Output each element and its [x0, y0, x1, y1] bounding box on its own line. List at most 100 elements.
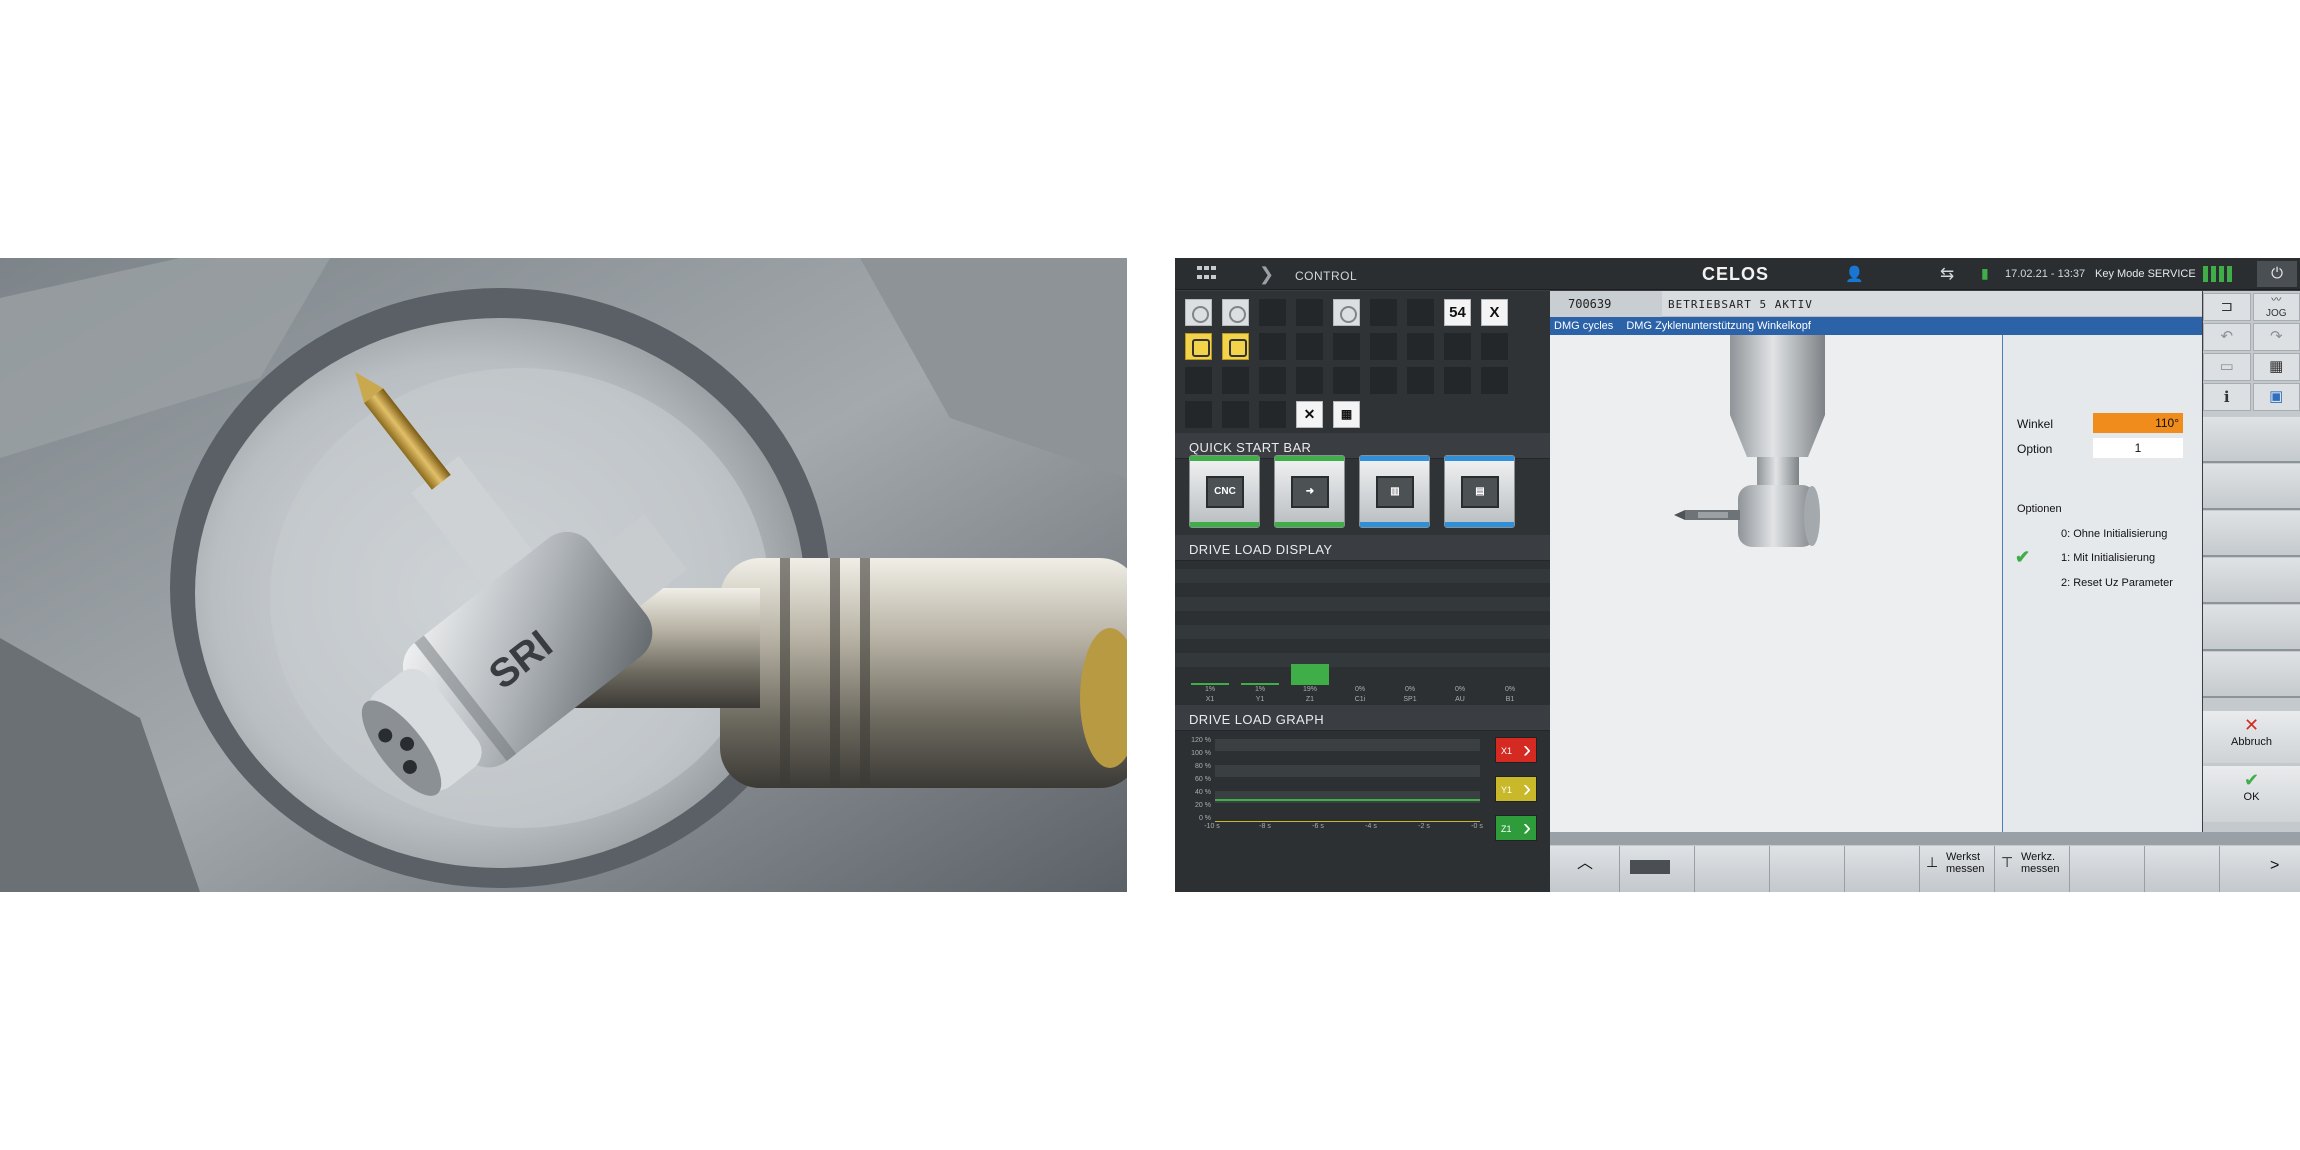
load-value: 0%	[1354, 686, 1366, 693]
sidebar-softkey[interactable]	[2203, 605, 2300, 651]
section-label[interactable]: CONTROL	[1295, 269, 1357, 283]
ok-label: OK	[2243, 791, 2260, 803]
sidebar-softkey[interactable]	[2203, 558, 2300, 604]
empty-cell	[1407, 299, 1434, 326]
probe-icon: ⊥	[1926, 854, 1939, 870]
x1-axis-button[interactable]: X1	[1495, 737, 1537, 763]
softkey-empty[interactable]	[2145, 846, 2220, 892]
axis-badge[interactable]: X	[1481, 299, 1508, 326]
cycle-window: 700639 BETRIEBSART 5 AKTIV DMG cycles DM…	[1550, 291, 2202, 892]
expand-up-button[interactable]: ︿	[1550, 846, 1620, 892]
option-input[interactable]: 1	[2093, 438, 2183, 458]
next-icon: >	[2270, 857, 2280, 874]
z1-axis-button[interactable]: Z1	[1495, 815, 1537, 841]
z1-load-line	[1215, 799, 1480, 801]
abbruch-label: Abbruch	[2231, 736, 2272, 748]
x-tick: -6 s	[1312, 823, 1324, 830]
sidebar-softkey[interactable]	[2203, 464, 2300, 510]
y-tick: 60 %	[1195, 776, 1211, 783]
tool-status-icon[interactable]	[1222, 333, 1249, 360]
option-item-selected: 1: Mit Initialisierung	[2061, 552, 2156, 564]
y-tick: 20 %	[1195, 802, 1211, 809]
operating-mode: BETRIEBSART 5 AKTIV	[1668, 298, 1813, 311]
next-page-button[interactable]: >	[2220, 846, 2300, 892]
softkey-bar: ︿ ⊥ Werkst messen ⊤ Werkz. messen >	[1550, 832, 2300, 892]
softkey-empty[interactable]	[1695, 846, 1770, 892]
work-offset-badge[interactable]: 54	[1444, 299, 1471, 326]
power-button[interactable]: ⏻	[2257, 261, 2297, 287]
quick-start-bar: CNC ➜ ▥ ▤	[1189, 455, 1539, 531]
tool-probe-icon: ⊤	[2001, 854, 2014, 870]
werkz-label: Werkz. messen	[2021, 851, 2060, 875]
dmg-mori-softkey[interactable]	[1620, 846, 1695, 892]
werkz-messen-button[interactable]: ⊤ Werkz. messen	[1995, 846, 2070, 892]
y-tick: 0 %	[1198, 815, 1211, 822]
app-grid-icon[interactable]	[1197, 266, 1217, 282]
dmg-logo-icon	[1630, 860, 1670, 874]
drive-load-graph-title: DRIVE LOAD GRAPH	[1175, 705, 1550, 731]
person-status-icon: ▮	[1981, 265, 1989, 281]
breadcrumb-cycles: DMG cycles	[1554, 320, 1614, 332]
ok-button[interactable]: ✔ OK	[2203, 766, 2300, 822]
abbruch-button[interactable]: ✕ Abbruch	[2203, 711, 2300, 763]
y1-axis-button[interactable]: Y1	[1495, 776, 1537, 802]
option-item: 2: Reset Uz Parameter	[2061, 577, 2173, 589]
x-tick: -2 s	[1418, 823, 1430, 830]
file-transfer-button[interactable]: ➜	[1274, 455, 1345, 528]
ok-check-icon: ✔	[2243, 770, 2260, 790]
x-tick: -0 s	[1471, 823, 1483, 830]
axis-label: X1	[1205, 696, 1215, 703]
swap-arrows-icon[interactable]: ⇆	[1940, 264, 1954, 284]
calendar-icon[interactable]: ▦	[1333, 401, 1360, 428]
bracket-icon[interactable]: ⊐	[2203, 293, 2251, 321]
datetime: 17.02.21 - 13:37	[2005, 268, 2086, 280]
tools-icon[interactable]: ✕	[1296, 401, 1323, 428]
tool-app-button[interactable]: ▥	[1359, 455, 1430, 528]
axis-label: SP1	[1403, 696, 1417, 703]
right-sidebar: ⊐ 〰 JOG ↶ ↷ ▭ ▦ i ▣ ✕ Abbruch ✔ OK	[2203, 291, 2300, 832]
load-bar-z1	[1291, 664, 1329, 685]
jog-button[interactable]: 〰 JOG	[2252, 293, 2300, 321]
softkey-empty[interactable]	[1770, 846, 1845, 892]
load-value: 19%	[1302, 686, 1317, 693]
status-icon[interactable]	[1185, 299, 1212, 326]
load-value: 0%	[1454, 686, 1466, 693]
axis-label: C1i	[1354, 696, 1366, 703]
cancel-icon: ✕	[2243, 715, 2260, 735]
softkey-empty[interactable]	[1845, 846, 1920, 892]
sidebar-softkey[interactable]	[2203, 652, 2300, 698]
softkey-empty[interactable]	[2070, 846, 2145, 892]
keyboard-icon[interactable]: ▭	[2203, 353, 2251, 381]
signal-bars-icon	[2203, 266, 2232, 282]
werkst-messen-button[interactable]: ⊥ Werkst messen	[1920, 846, 1995, 892]
sidebar-softkey[interactable]	[2203, 511, 2300, 557]
checkmark-icon: ✔	[2015, 547, 2031, 567]
y-tick: 80 %	[1195, 763, 1211, 770]
redo-icon[interactable]: ↷	[2252, 323, 2300, 351]
drive-load-display: 1% X1 1% Y1 19% Z1 0% C1i 0% SP1 0% AU 0% B1	[1175, 561, 1550, 705]
left-panel: 54 X ✕ ▦ QUICK START BAR CNC ➜ ▥ ▤ DRIVE…	[1175, 291, 1550, 892]
document-app-button[interactable]: ▤	[1444, 455, 1515, 528]
cnc-app-button[interactable]: CNC	[1189, 455, 1260, 528]
key-mode: Key Mode SERVICE	[2095, 268, 2196, 280]
undo-icon[interactable]: ↶	[2203, 323, 2251, 351]
user-icon[interactable]: 👤	[1845, 265, 1864, 283]
load-bar-y1	[1241, 683, 1279, 685]
x-tick: -10 s	[1204, 823, 1220, 830]
y1-load-line	[1215, 821, 1480, 822]
program-header: 700639 BETRIEBSART 5 AKTIV	[1550, 291, 2202, 317]
chevron-up-icon: ︿	[1577, 855, 1594, 872]
sidebar-softkey[interactable]	[2203, 417, 2300, 463]
x-tick: -8 s	[1259, 823, 1271, 830]
cnc-icon: CNC	[1206, 476, 1244, 508]
info-button[interactable]: i	[2203, 383, 2251, 411]
calculator-icon[interactable]: ▦	[2252, 353, 2300, 381]
option-item: 0: Ohne Initialisierung	[2061, 528, 2168, 540]
winkel-input[interactable]: 110°	[2093, 413, 2183, 433]
screenshot-icon[interactable]: ▣	[2252, 383, 2300, 411]
axis-label: Z1	[1305, 696, 1315, 703]
celos-screen: ❯ CONTROL CELOS 👤 ⇆ ▮ 17.02.21 - 13:37 K…	[1175, 258, 2300, 892]
status-icon[interactable]	[1333, 299, 1360, 326]
status-icon[interactable]	[1222, 299, 1249, 326]
tool-status-icon[interactable]	[1185, 333, 1212, 360]
